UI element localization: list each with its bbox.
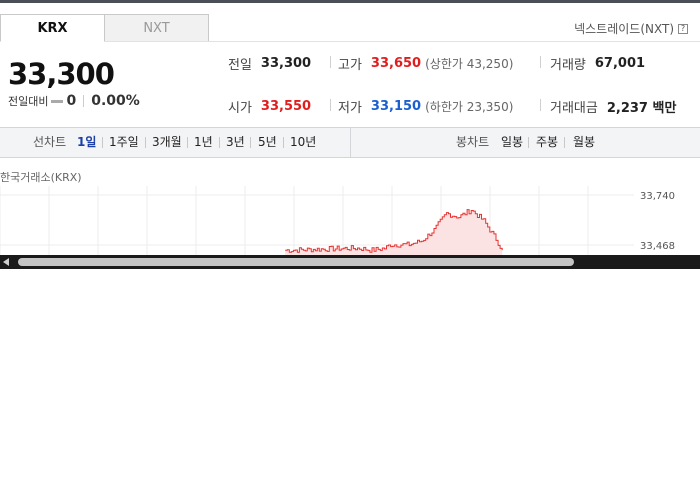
period-divider	[187, 137, 188, 148]
candle-daily[interactable]: 일봉	[501, 128, 523, 157]
change-divider	[83, 95, 85, 107]
stat-amount-label: 거래대금	[550, 101, 598, 116]
stat-high: 고가 33,650 (상한가 43,250)	[338, 54, 513, 73]
left-arrow-icon[interactable]	[3, 258, 9, 266]
period-5y[interactable]: 5년	[258, 128, 277, 157]
stat-upper-limit: (상한가 43,250)	[425, 57, 514, 71]
period-divider	[145, 137, 146, 148]
period-divider	[283, 137, 284, 148]
current-price: 33,300	[8, 57, 115, 91]
change-value: 0	[66, 93, 77, 109]
period-3y[interactable]: 3년	[226, 128, 245, 157]
period-divider	[528, 137, 529, 148]
period-divider	[564, 137, 565, 148]
stat-volume: 거래량 67,001	[550, 54, 645, 73]
line-chart-label: 선차트	[33, 135, 67, 149]
stat-divider	[540, 56, 541, 68]
scrollbar-thumb[interactable]	[18, 258, 574, 266]
stat-low: 저가 33,150 (하한가 23,350)	[338, 97, 513, 116]
top-border	[0, 0, 700, 3]
y-tick-label: 33,740	[640, 191, 675, 202]
help-icon[interactable]: ?	[678, 23, 688, 34]
period-divider	[219, 137, 220, 148]
change-label: 전일대비	[8, 95, 49, 108]
candle-monthly[interactable]: 월봉	[573, 128, 595, 157]
stat-low-label: 저가	[338, 101, 362, 116]
nextrade-link-label: 넥스트레이드(NXT)	[574, 22, 674, 36]
stat-open-label: 시가	[228, 101, 252, 116]
tab-baseline	[0, 41, 700, 42]
stat-high-value: 33,650	[370, 56, 422, 71]
period-1d[interactable]: 1일	[77, 128, 96, 157]
stat-prev-close-label: 전일	[228, 58, 252, 73]
bar-divider	[350, 128, 351, 157]
stat-amount-value: 2,237 백만	[606, 101, 677, 116]
stat-amount: 거래대금 2,237 백만	[550, 97, 676, 116]
chart-exchange-label: 한국거래소(KRX)	[0, 171, 82, 184]
stat-open-value: 33,550	[260, 99, 312, 114]
change-row: 전일대비 0 0.00%	[8, 93, 140, 109]
chart-period-bar: 선차트 1일 1주일 3개월 1년 3년 5년 10년 봉차트 일봉 주봉 월봉	[0, 127, 700, 158]
chart-grid	[0, 186, 634, 255]
candle-weekly[interactable]: 주봉	[536, 128, 558, 157]
period-divider	[250, 137, 251, 148]
change-percent: 0.00%	[91, 93, 140, 109]
nextrade-link[interactable]: 넥스트레이드(NXT) ?	[574, 20, 688, 37]
stat-prev-close-value: 33,300	[260, 56, 312, 71]
stat-open: 시가 33,550	[228, 97, 311, 116]
stat-volume-label: 거래량	[550, 58, 586, 73]
period-1w[interactable]: 1주일	[109, 128, 139, 157]
tab-krx[interactable]: KRX	[0, 14, 105, 42]
y-tick-label: 33,468	[640, 241, 675, 252]
flat-icon	[51, 99, 64, 103]
stat-divider	[540, 99, 541, 111]
stat-prev-close: 전일 33,300	[228, 54, 311, 73]
stat-low-value: 33,150	[370, 99, 422, 114]
stat-high-label: 고가	[338, 58, 362, 73]
period-1y[interactable]: 1년	[194, 128, 213, 157]
period-10y[interactable]: 10년	[290, 128, 316, 157]
stat-lower-limit: (하한가 23,350)	[425, 100, 514, 114]
horizontal-scrollbar[interactable]	[0, 255, 700, 269]
stat-divider	[330, 56, 331, 68]
period-divider	[102, 137, 103, 148]
candle-chart-label: 봉차트	[456, 135, 490, 149]
tab-nxt[interactable]: NXT	[104, 14, 209, 42]
period-3m[interactable]: 3개월	[152, 128, 182, 157]
stat-divider	[330, 99, 331, 111]
stat-volume-value: 67,001	[594, 56, 646, 71]
intraday-chart: 33,740 33,468	[0, 186, 675, 255]
